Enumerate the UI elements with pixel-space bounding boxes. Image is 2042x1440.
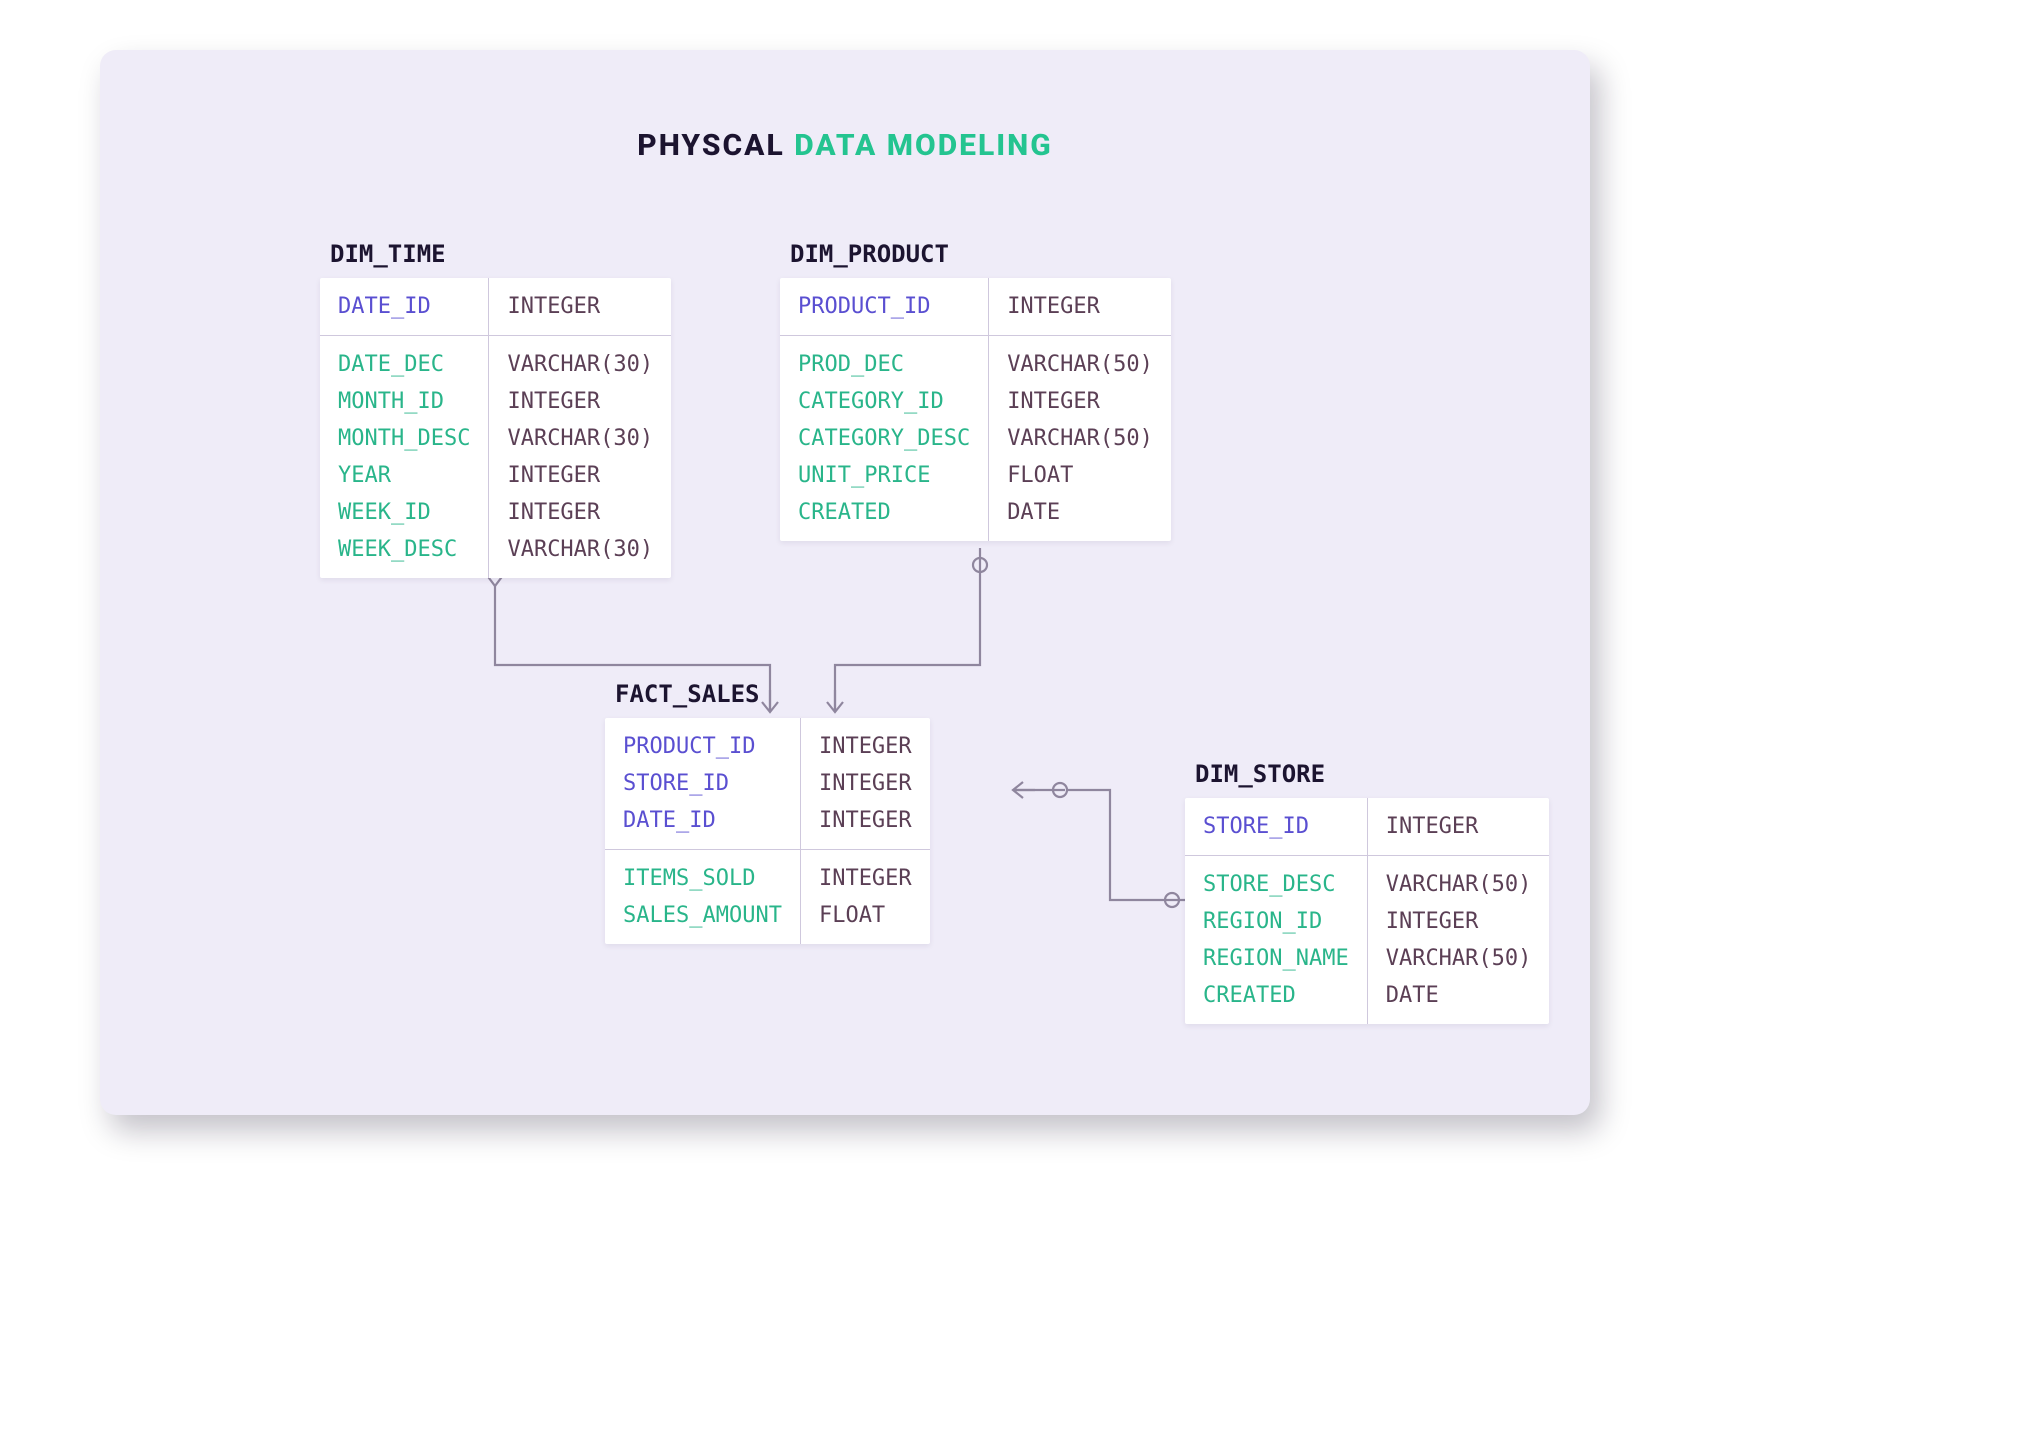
entity-title: DIM_PRODUCT <box>780 240 1171 278</box>
attr-field: REGION_ID <box>1203 903 1349 940</box>
attr-type: VARCHAR(30) <box>507 531 653 568</box>
entity-title: FACT_SALES <box>605 680 930 718</box>
attr-field: ITEMS_SOLD <box>623 860 782 897</box>
attr-field: WEEK_ID <box>338 494 470 531</box>
entity-dim-time: DIM_TIME DATE_ID DATE_DEC MONTH_ID MONTH… <box>320 240 671 578</box>
attr-type: INTEGER <box>507 383 653 420</box>
attr-field: REGION_NAME <box>1203 940 1349 977</box>
attr-field: UNIT_PRICE <box>798 457 970 494</box>
attr-type: INTEGER <box>507 494 653 531</box>
attr-field: CATEGORY_ID <box>798 383 970 420</box>
attr-field: STORE_DESC <box>1203 866 1349 903</box>
entity-body: PRODUCT_ID PROD_DEC CATEGORY_ID CATEGORY… <box>780 278 1171 541</box>
attr-type: VARCHAR(50) <box>1386 866 1532 903</box>
pk-field: DATE_ID <box>623 802 782 839</box>
attr-field: CATEGORY_DESC <box>798 420 970 457</box>
attr-field: WEEK_DESC <box>338 531 470 568</box>
attr-type: VARCHAR(50) <box>1007 346 1153 383</box>
pk-type: INTEGER <box>819 765 912 802</box>
attr-field: SALES_AMOUNT <box>623 897 782 934</box>
title-part-1: PHYSCAL <box>637 128 784 163</box>
pk-type: INTEGER <box>1386 808 1532 845</box>
diagram-title: PHYSCAL DATA MODELING <box>100 128 1590 163</box>
attr-type: VARCHAR(30) <box>507 346 653 383</box>
entity-title: DIM_STORE <box>1185 760 1549 798</box>
pk-field: PRODUCT_ID <box>798 288 970 325</box>
entity-dim-product: DIM_PRODUCT PRODUCT_ID PROD_DEC CATEGORY… <box>780 240 1171 541</box>
pk-type: INTEGER <box>1007 288 1153 325</box>
pk-field: DATE_ID <box>338 288 470 325</box>
entity-body: PRODUCT_ID STORE_ID DATE_ID ITEMS_SOLD S… <box>605 718 930 944</box>
entity-fact-sales: FACT_SALES PRODUCT_ID STORE_ID DATE_ID I… <box>605 680 930 944</box>
attr-type: VARCHAR(50) <box>1007 420 1153 457</box>
attr-field: PROD_DEC <box>798 346 970 383</box>
entity-dim-store: DIM_STORE STORE_ID STORE_DESC REGION_ID … <box>1185 760 1549 1024</box>
attr-type: VARCHAR(50) <box>1386 940 1532 977</box>
entity-body: STORE_ID STORE_DESC REGION_ID REGION_NAM… <box>1185 798 1549 1024</box>
pk-type: INTEGER <box>507 288 653 325</box>
attr-type: INTEGER <box>1007 383 1153 420</box>
entity-body: DATE_ID DATE_DEC MONTH_ID MONTH_DESC YEA… <box>320 278 671 578</box>
pk-field: STORE_ID <box>623 765 782 802</box>
pk-field: STORE_ID <box>1203 808 1349 845</box>
title-part-2: DATA MODELING <box>794 128 1053 163</box>
attr-type: INTEGER <box>1386 903 1532 940</box>
attr-type: DATE <box>1007 494 1153 531</box>
attr-type: FLOAT <box>1007 457 1153 494</box>
attr-field: CREATED <box>1203 977 1349 1014</box>
diagram-canvas: PHYSCAL DATA MODELING DIM_TIME <box>100 50 1590 1115</box>
attr-type: INTEGER <box>507 457 653 494</box>
attr-field: MONTH_ID <box>338 383 470 420</box>
attr-field: YEAR <box>338 457 470 494</box>
entity-title: DIM_TIME <box>320 240 671 278</box>
attr-type: INTEGER <box>819 860 912 897</box>
attr-type: VARCHAR(30) <box>507 420 653 457</box>
pk-type: INTEGER <box>819 802 912 839</box>
attr-type: DATE <box>1386 977 1532 1014</box>
attr-type: FLOAT <box>819 897 912 934</box>
attr-field: MONTH_DESC <box>338 420 470 457</box>
pk-type: INTEGER <box>819 728 912 765</box>
attr-field: DATE_DEC <box>338 346 470 383</box>
pk-field: PRODUCT_ID <box>623 728 782 765</box>
attr-field: CREATED <box>798 494 970 531</box>
